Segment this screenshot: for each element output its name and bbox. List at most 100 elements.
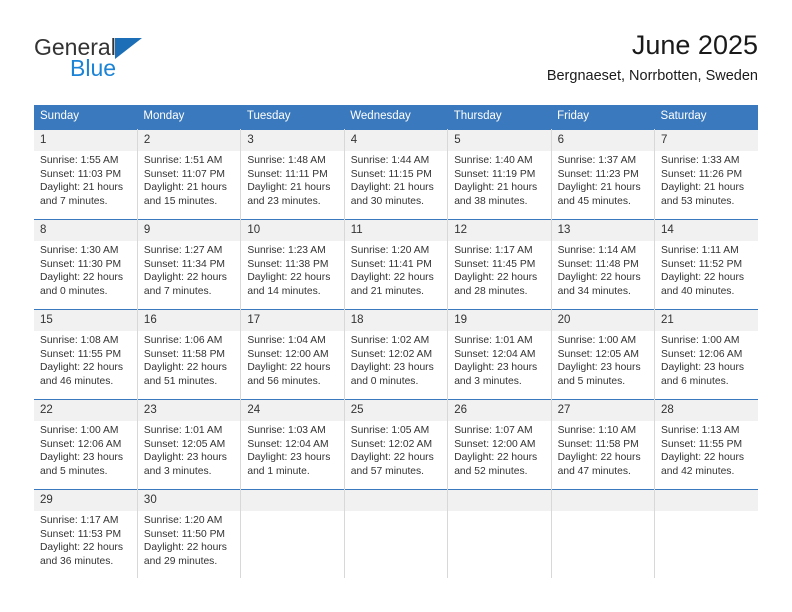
day-number <box>344 490 448 511</box>
day-cell[interactable]: 28 Sunrise: 1:13 AM Sunset: 11:55 PM Day… <box>654 399 758 490</box>
daylight-text-line2: and 52 minutes. <box>454 465 528 477</box>
sunset-text: Sunset: 12:04 AM <box>454 348 536 360</box>
weekday-header-row: Sunday Monday Tuesday Wednesday Thursday… <box>34 105 758 130</box>
day-cell[interactable]: 26 Sunrise: 1:07 AM Sunset: 12:00 AM Day… <box>447 399 552 490</box>
daylight-text-line2: and 29 minutes. <box>143 555 218 567</box>
day-number: 12 <box>448 220 551 241</box>
day-number: 25 <box>344 400 448 421</box>
page-header: General Blue June 2025 Bergnaeset, Norrb… <box>34 28 758 94</box>
day-cell[interactable]: 7 Sunrise: 1:33 AM Sunset: 11:26 PM Dayl… <box>654 129 758 220</box>
daylight-text-line1: Daylight: 22 hours <box>143 362 227 374</box>
day-cell[interactable]: 10 Sunrise: 1:23 AM Sunset: 11:38 PM Day… <box>240 219 345 310</box>
day-number: 5 <box>448 130 551 151</box>
generalblue-logo[interactable]: General Blue <box>34 34 234 90</box>
day-number: 10 <box>241 220 344 241</box>
day-cell[interactable]: 8 Sunrise: 1:30 AM Sunset: 11:30 PM Dayl… <box>34 219 138 310</box>
day-cell[interactable]: 24 Sunrise: 1:03 AM Sunset: 12:04 AM Day… <box>240 399 345 490</box>
day-cell[interactable]: 27 Sunrise: 1:10 AM Sunset: 11:58 PM Day… <box>551 399 656 490</box>
daylight-text-line1: Daylight: 22 hours <box>247 272 331 284</box>
day-number: 24 <box>241 400 344 421</box>
daylight-text-line2: and 7 minutes. <box>143 285 212 297</box>
day-cell[interactable]: 18 Sunrise: 1:02 AM Sunset: 12:02 AM Day… <box>344 309 449 400</box>
day-cell[interactable]: 19 Sunrise: 1:01 AM Sunset: 12:04 AM Day… <box>447 309 552 400</box>
day-cell[interactable]: 9 Sunrise: 1:27 AM Sunset: 11:34 PM Dayl… <box>137 219 242 310</box>
sunrise-text: Sunrise: 1:33 AM <box>661 155 740 166</box>
daylight-text-line1: Daylight: 23 hours <box>557 362 641 374</box>
day-number: 14 <box>655 220 758 241</box>
daylight-text-line2: and 57 minutes. <box>350 465 425 477</box>
sunrise-text: Sunrise: 1:44 AM <box>350 155 430 166</box>
day-number <box>448 490 551 511</box>
day-cell[interactable]: 6 Sunrise: 1:37 AM Sunset: 11:23 PM Dayl… <box>551 129 656 220</box>
day-cell-empty <box>447 489 552 578</box>
day-cell[interactable]: 21 Sunrise: 1:00 AM Sunset: 12:06 AM Day… <box>654 309 758 400</box>
sunrise-text: Sunrise: 1:10 AM <box>557 425 637 436</box>
day-cell[interactable]: 20 Sunrise: 1:00 AM Sunset: 12:05 AM Day… <box>551 309 656 400</box>
sunrise-text: Sunrise: 1:05 AM <box>350 425 430 436</box>
day-cell[interactable]: 2 Sunrise: 1:51 AM Sunset: 11:07 PM Dayl… <box>137 129 242 220</box>
daylight-text-line2: and 0 minutes. <box>40 285 108 297</box>
day-cell[interactable]: 12 Sunrise: 1:17 AM Sunset: 11:45 PM Day… <box>447 219 552 310</box>
daylight-text-line2: and 5 minutes. <box>40 465 108 477</box>
daylight-text-line1: Daylight: 21 hours <box>247 182 331 194</box>
day-cell[interactable]: 17 Sunrise: 1:04 AM Sunset: 12:00 AM Day… <box>240 309 345 400</box>
daylight-text-line2: and 56 minutes. <box>247 375 321 387</box>
day-number: 18 <box>344 310 448 331</box>
sunrise-text: Sunrise: 1:30 AM <box>40 245 119 256</box>
weekday-header-monday: Monday <box>137 105 241 130</box>
daylight-text-line2: and 51 minutes. <box>143 375 218 387</box>
daylight-text-line1: Daylight: 23 hours <box>454 362 538 374</box>
week-row: 8 Sunrise: 1:30 AM Sunset: 11:30 PM Dayl… <box>34 219 758 310</box>
daylight-text-line1: Daylight: 22 hours <box>143 542 227 554</box>
day-cell-empty <box>551 489 656 578</box>
day-cell[interactable]: 22 Sunrise: 1:00 AM Sunset: 12:06 AM Day… <box>34 399 138 490</box>
day-cell[interactable]: 25 Sunrise: 1:05 AM Sunset: 12:02 AM Day… <box>344 399 449 490</box>
day-details: Sunrise: 1:40 AM Sunset: 11:19 PM Daylig… <box>448 151 550 208</box>
day-number: 16 <box>137 310 241 331</box>
daylight-text-line1: Daylight: 22 hours <box>661 272 745 284</box>
sunrise-text: Sunrise: 1:04 AM <box>247 335 326 346</box>
daylight-text-line1: Daylight: 23 hours <box>247 452 331 464</box>
day-details: Sunrise: 1:48 AM Sunset: 11:11 PM Daylig… <box>241 151 343 208</box>
sunrise-text: Sunrise: 1:01 AM <box>454 335 533 346</box>
day-details: Sunrise: 1:01 AM Sunset: 12:05 AM Daylig… <box>138 421 240 478</box>
daylight-text-line1: Daylight: 22 hours <box>40 542 123 554</box>
day-details: Sunrise: 1:05 AM Sunset: 12:02 AM Daylig… <box>345 421 447 478</box>
sunset-text: Sunset: 11:52 PM <box>661 258 743 270</box>
daylight-text-line1: Daylight: 23 hours <box>40 452 123 464</box>
day-details: Sunrise: 1:10 AM Sunset: 11:58 PM Daylig… <box>552 421 654 478</box>
daylight-text-line2: and 34 minutes. <box>557 285 631 297</box>
sunrise-text: Sunrise: 1:13 AM <box>661 425 740 436</box>
day-cell[interactable]: 14 Sunrise: 1:11 AM Sunset: 11:52 PM Day… <box>654 219 758 310</box>
weekday-header-tuesday: Tuesday <box>240 105 345 130</box>
sunrise-text: Sunrise: 1:20 AM <box>143 515 223 526</box>
sunrise-text: Sunrise: 1:17 AM <box>40 515 119 526</box>
sunrise-text: Sunrise: 1:20 AM <box>350 245 430 256</box>
day-cell[interactable]: 1 Sunrise: 1:55 AM Sunset: 11:03 PM Dayl… <box>34 129 138 220</box>
day-cell[interactable]: 29 Sunrise: 1:17 AM Sunset: 11:53 PM Day… <box>34 489 138 578</box>
day-cell[interactable]: 4 Sunrise: 1:44 AM Sunset: 11:15 PM Dayl… <box>344 129 449 220</box>
day-number: 19 <box>448 310 551 331</box>
day-cell[interactable]: 30 Sunrise: 1:20 AM Sunset: 11:50 PM Day… <box>137 489 242 578</box>
day-cell[interactable]: 23 Sunrise: 1:01 AM Sunset: 12:05 AM Day… <box>137 399 242 490</box>
day-details: Sunrise: 1:00 AM Sunset: 12:06 AM Daylig… <box>34 421 137 478</box>
daylight-text-line2: and 14 minutes. <box>247 285 321 297</box>
day-cell-empty <box>344 489 449 578</box>
daylight-text-line1: Daylight: 22 hours <box>454 272 538 284</box>
day-cell[interactable]: 15 Sunrise: 1:08 AM Sunset: 11:55 PM Day… <box>34 309 138 400</box>
day-details: Sunrise: 1:13 AM Sunset: 11:55 PM Daylig… <box>655 421 758 478</box>
day-number: 3 <box>241 130 344 151</box>
daylight-text-line2: and 3 minutes. <box>454 375 522 387</box>
day-cell[interactable]: 13 Sunrise: 1:14 AM Sunset: 11:48 PM Day… <box>551 219 656 310</box>
day-cell-empty <box>240 489 345 578</box>
sunset-text: Sunset: 12:05 AM <box>143 438 226 450</box>
daylight-text-line2: and 5 minutes. <box>557 375 626 387</box>
daylight-text-line1: Daylight: 22 hours <box>350 272 434 284</box>
day-cell[interactable]: 16 Sunrise: 1:06 AM Sunset: 11:58 PM Day… <box>137 309 242 400</box>
day-cell[interactable]: 5 Sunrise: 1:40 AM Sunset: 11:19 PM Dayl… <box>447 129 552 220</box>
page-title: June 2025 <box>631 30 758 60</box>
day-cell[interactable]: 3 Sunrise: 1:48 AM Sunset: 11:11 PM Dayl… <box>240 129 345 220</box>
sunset-text: Sunset: 11:19 PM <box>454 168 536 180</box>
day-cell[interactable]: 11 Sunrise: 1:20 AM Sunset: 11:41 PM Day… <box>344 219 449 310</box>
sunset-text: Sunset: 11:55 PM <box>40 348 122 360</box>
